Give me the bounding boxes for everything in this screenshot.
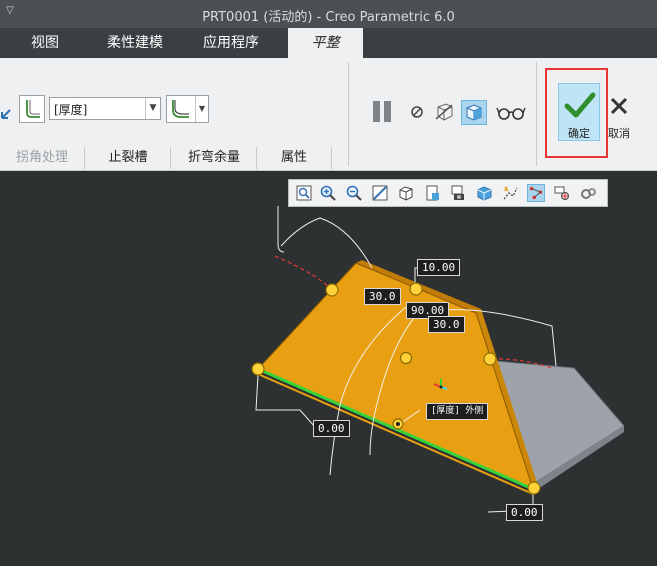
subtab-corner-treatment[interactable]: 拐角处理 (0, 147, 84, 169)
verify-glasses-icon[interactable] (496, 104, 526, 122)
saved-orientations-icon[interactable] (397, 184, 415, 202)
attached-preview-button[interactable] (461, 100, 487, 125)
title-bar: ▽ PRT0001 (活动的) - Creo Parametric 6.0 (0, 0, 657, 28)
annotation-display-icon (529, 186, 543, 200)
edge-bottom-label[interactable]: 0.00 (506, 504, 543, 521)
checkmark-icon (564, 92, 596, 118)
attached-preview-icon (466, 104, 482, 121)
perspective-camera-icon[interactable] (449, 184, 467, 202)
chevron-down-icon[interactable]: ▼ (145, 98, 160, 119)
refit-icon[interactable] (295, 184, 313, 202)
repaint-icon[interactable] (371, 184, 389, 202)
ribbon-tabs: 视图 柔性建模 应用程序 平整 (0, 28, 657, 58)
angle-right-label[interactable]: 30.0 (428, 316, 465, 333)
spin-center-icon[interactable] (553, 184, 571, 202)
tab-flatten[interactable]: 平整 (288, 28, 363, 58)
angle-left-label[interactable]: 30.0 (364, 288, 401, 305)
datum-display-icon[interactable] (501, 184, 519, 202)
window-title: PRT0001 (活动的) - Creo Parametric 6.0 (202, 10, 455, 25)
ribbon-separator (348, 62, 349, 166)
thickness-side-label[interactable]: [厚度] 外侧 (426, 403, 489, 420)
edge-left-label[interactable]: 0.00 (313, 420, 350, 437)
subtab-properties[interactable]: 属性 (256, 147, 332, 169)
subtab-relief[interactable]: 止裂槽 (84, 147, 171, 169)
cancel-label[interactable]: 取消 (603, 125, 635, 141)
bend-curve-icon (172, 100, 189, 118)
angle-arc-left (274, 255, 333, 291)
tab-flexible-modeling[interactable]: 柔性建模 (96, 28, 174, 58)
chevron-down-icon[interactable]: ▼ (195, 96, 208, 122)
pause-icon[interactable] (371, 99, 395, 125)
subtab-bend-allowance[interactable]: 折弯余量 (170, 147, 257, 169)
bend-corner-icon (26, 100, 40, 118)
close-icon[interactable] (609, 96, 629, 116)
tab-view[interactable]: 视图 (14, 28, 76, 58)
annotation-display-button[interactable] (527, 184, 545, 202)
model-gears-icon[interactable] (579, 184, 597, 202)
thickness-select[interactable]: [厚度] ▼ (49, 97, 161, 120)
view-manager-icon[interactable] (423, 184, 441, 202)
graphics-toolbar (288, 179, 608, 207)
edge-select-icon[interactable] (0, 98, 12, 122)
zoom-out-icon[interactable] (345, 184, 363, 202)
top-dimension-label[interactable]: 10.00 (417, 259, 461, 276)
zoom-in-icon[interactable] (319, 184, 337, 202)
separate-preview-icon[interactable] (434, 101, 456, 123)
ribbon-separator (536, 62, 537, 166)
display-style-icon[interactable] (475, 184, 493, 202)
bend-thickness-button[interactable] (19, 95, 45, 123)
tab-applications[interactable]: 应用程序 (192, 28, 270, 58)
ok-label: 确定 (568, 127, 590, 140)
bend-type-button[interactable]: ▼ (166, 95, 209, 123)
no-preview-icon[interactable] (409, 104, 425, 120)
graphics-window[interactable] (0, 171, 657, 566)
thickness-select-value: [厚度] (54, 103, 88, 117)
